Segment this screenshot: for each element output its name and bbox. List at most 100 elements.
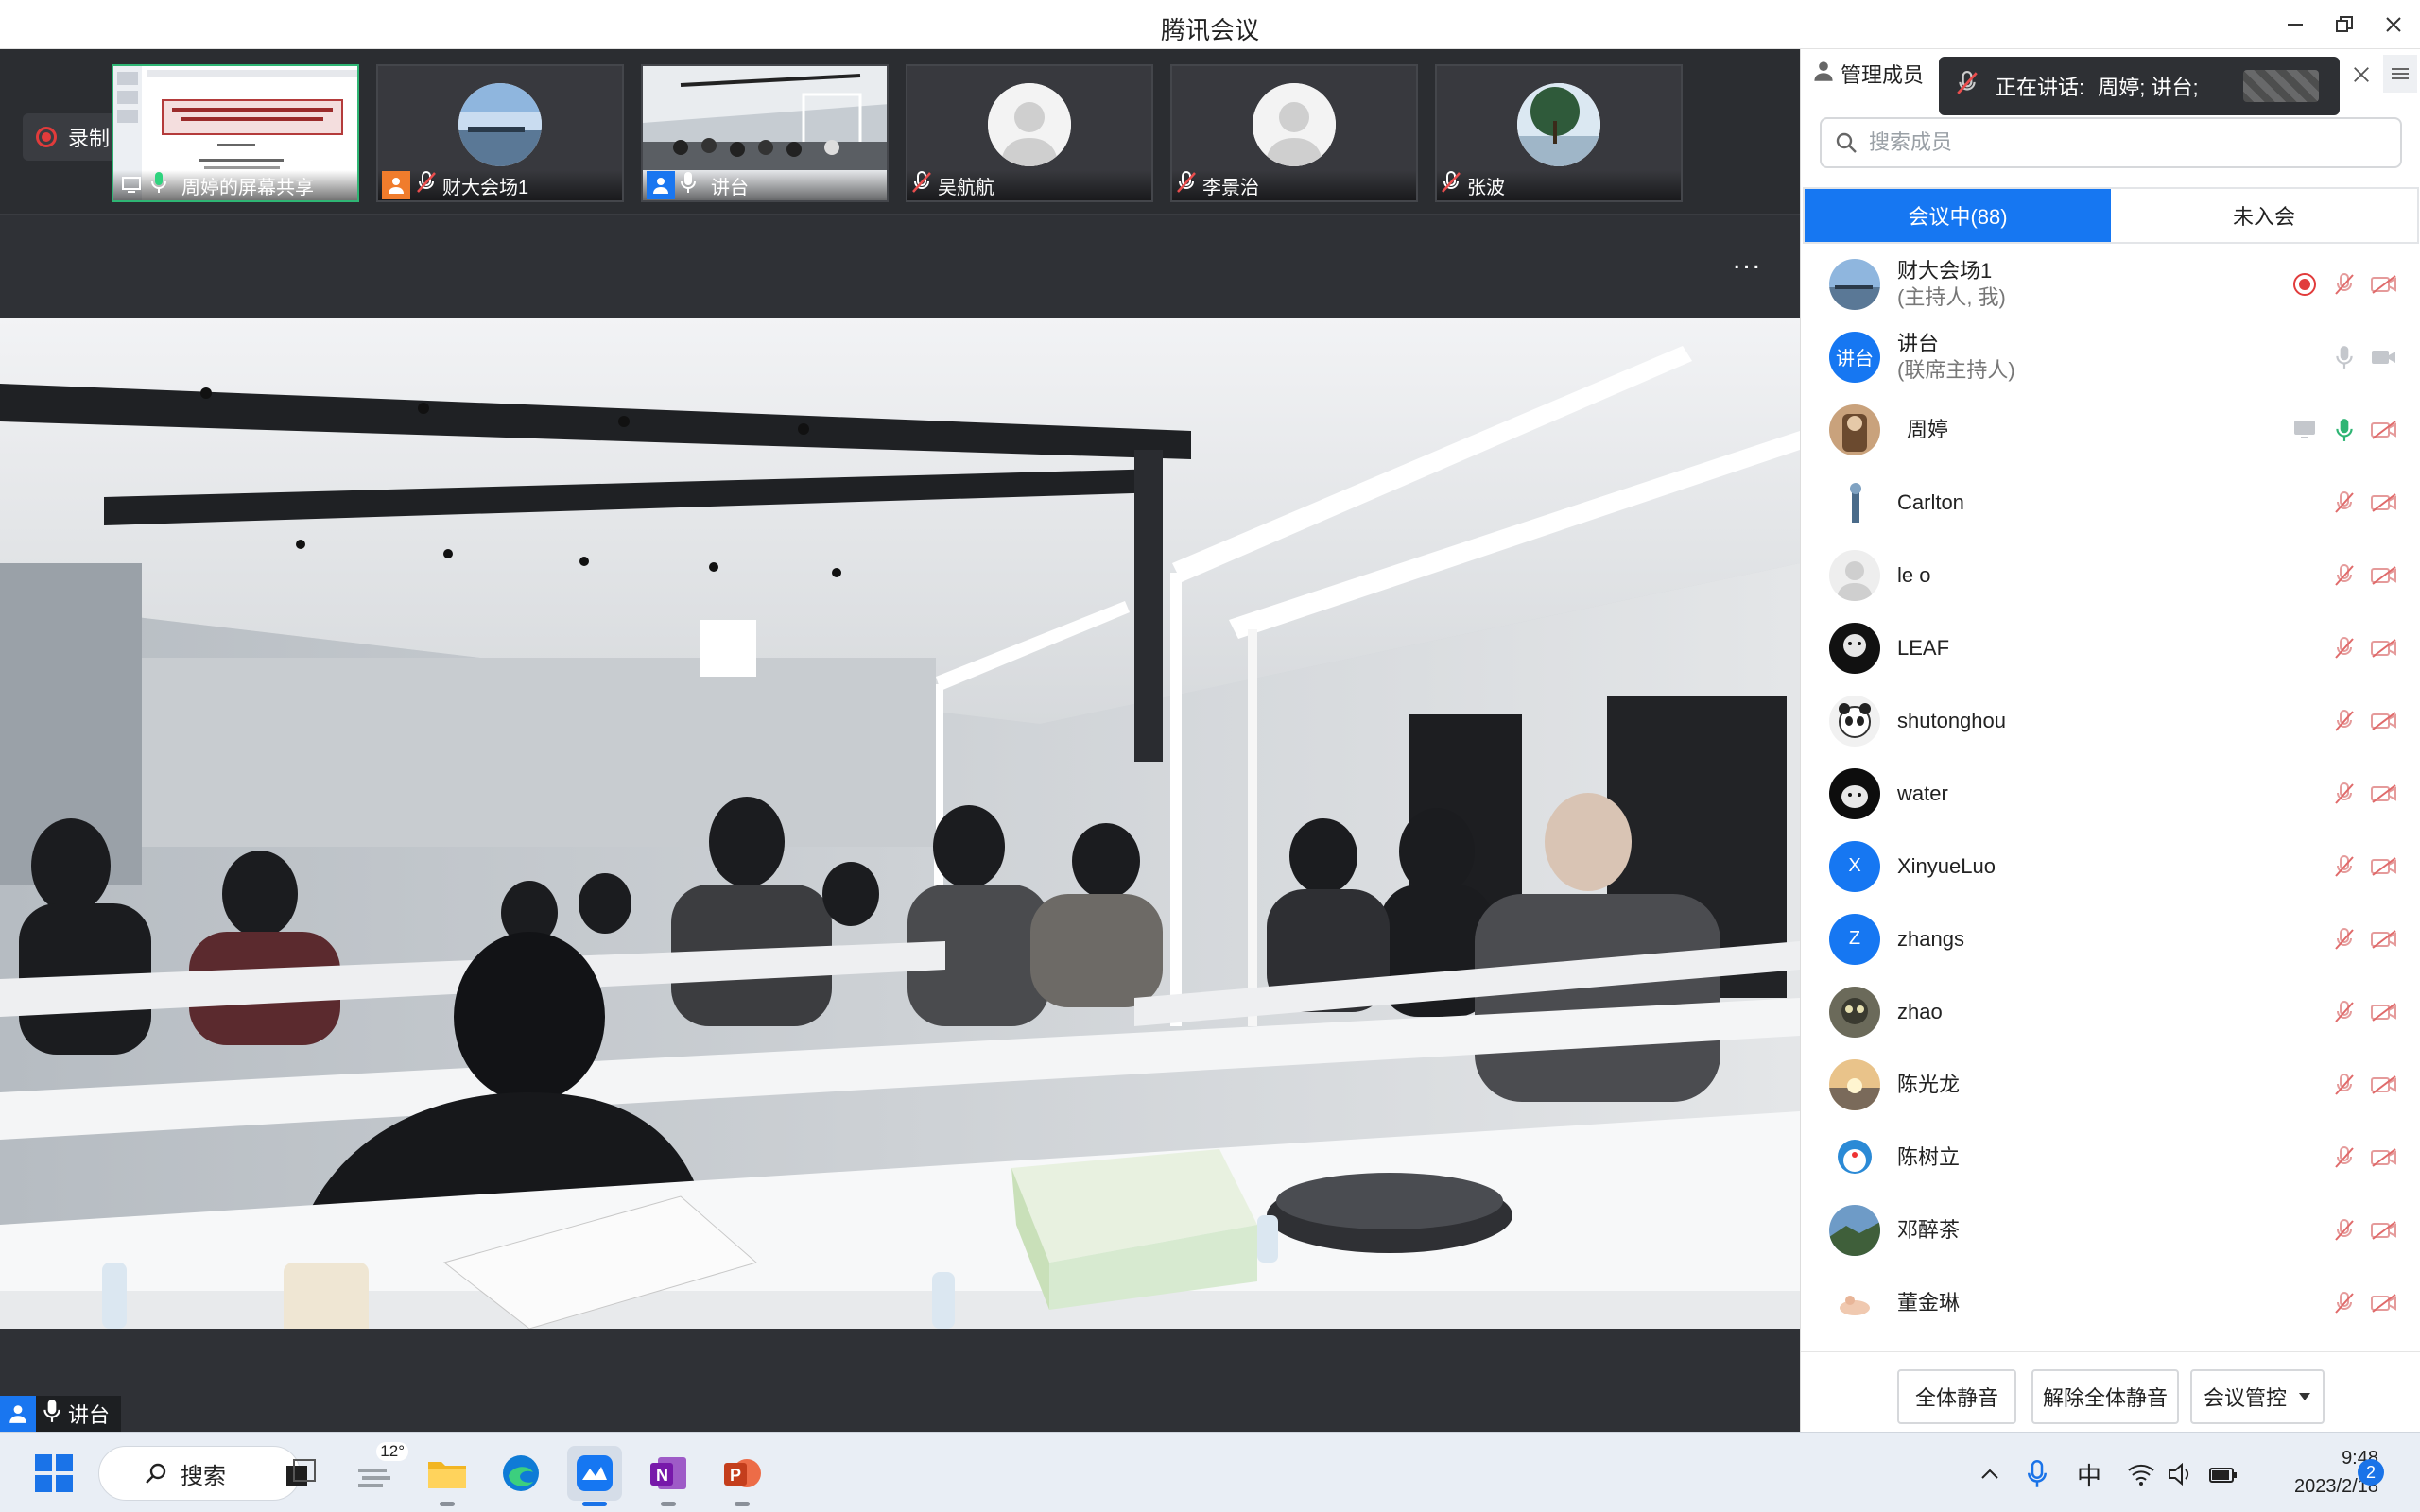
unmute-all-button[interactable]: 解除全体静音 [2031,1369,2179,1424]
panel-menu-button[interactable] [2383,55,2417,93]
camera-off-icon[interactable] [2370,707,2398,735]
camera-off-icon[interactable] [2370,416,2398,444]
onenote-button[interactable]: N [641,1446,696,1506]
more-options-button[interactable]: ... [1733,244,1762,276]
mic-on-icon[interactable] [2330,343,2359,371]
list-item[interactable]: Z zhangs [1801,902,2420,975]
tray-overflow-button[interactable] [1976,1455,2004,1493]
member-name: 讲台 (联席主持人) [1897,331,2015,384]
mic-muted-icon [1441,171,1461,199]
camera-off-icon[interactable] [2370,1289,2398,1317]
camera-off-icon[interactable] [2370,1071,2398,1099]
avatar [458,83,542,166]
mic-muted-icon[interactable] [2330,1143,2359,1172]
tencent-meeting-button[interactable] [567,1446,622,1506]
mic-muted-icon[interactable] [2330,852,2359,881]
speaking-prefix: 正在讲话: [1996,76,2085,99]
thumbnail-participant[interactable]: 吴航航 [906,64,1153,202]
list-item[interactable]: water [1801,757,2420,830]
menu-icon [2392,68,2409,79]
mic-muted-icon[interactable] [2330,1289,2359,1317]
thumbnail-label: 张波 [1437,170,1681,200]
wifi-tray-icon[interactable] [2125,1455,2157,1493]
volume-tray-icon[interactable] [2165,1455,2197,1493]
member-name: shutonghou [1897,708,2006,732]
taskbar-search[interactable]: 搜索 [98,1446,301,1501]
list-item[interactable]: Carlton [1801,466,2420,539]
camera-off-icon[interactable] [2370,925,2398,954]
mic-muted-icon[interactable] [2330,998,2359,1026]
mic-muted-icon [1956,71,1979,101]
file-explorer-button[interactable] [420,1446,475,1506]
start-button[interactable] [26,1446,81,1501]
list-item[interactable]: zhao [1801,975,2420,1048]
mic-on-icon[interactable] [2330,416,2359,444]
camera-off-icon[interactable] [2370,634,2398,662]
powerpoint-button[interactable]: P [715,1446,769,1506]
tab-in-meeting[interactable]: 会议中(88) [1805,189,2111,242]
mic-on-icon [43,1399,60,1429]
notification-badge[interactable]: 2 [2358,1459,2384,1486]
list-item[interactable]: 财大会场1 (主持人, 我) [1801,248,2420,320]
camera-off-icon[interactable] [2370,561,2398,590]
minimize-button[interactable] [2271,6,2320,43]
camera-on-icon[interactable] [2370,343,2398,371]
mic-muted-icon[interactable] [2330,1216,2359,1245]
list-item[interactable]: LEAF [1801,611,2420,684]
microphone-tray-icon[interactable] [2023,1455,2051,1493]
mic-muted-icon[interactable] [2330,1071,2359,1099]
camera-off-icon[interactable] [2370,270,2398,299]
thumbnail-participant[interactable]: 张波 [1435,64,1683,202]
mic-muted-icon[interactable] [2330,925,2359,954]
ime-indicator[interactable]: 中 [2072,1455,2106,1493]
list-item[interactable]: 周婷 [1801,393,2420,466]
mic-muted-icon[interactable] [2330,489,2359,517]
avatar [1829,404,1880,455]
thumbnail-participant[interactable]: 财大会场1 [376,64,624,202]
camera-off-icon[interactable] [2370,1216,2398,1245]
window-title: 腾讯会议 [1160,16,1259,44]
thumbnail-label: 李景治 [1172,170,1416,200]
list-item[interactable]: 董金琳 [1801,1266,2420,1339]
list-item[interactable]: le o [1801,539,2420,611]
camera-off-icon[interactable] [2370,852,2398,881]
list-item[interactable]: X XinyueLuo [1801,830,2420,902]
member-search-box[interactable] [1820,117,2402,168]
edge-browser-button[interactable] [493,1446,548,1501]
member-name: 财大会场1 (主持人, 我) [1897,258,2006,311]
main-video[interactable] [0,318,1800,1329]
camera-off-icon[interactable] [2370,780,2398,808]
camera-off-icon[interactable] [2370,998,2398,1026]
mic-muted-icon[interactable] [2330,707,2359,735]
thumbnail-name: 讲台 [711,177,749,198]
list-item[interactable]: 陈树立 [1801,1121,2420,1194]
mic-muted-icon[interactable] [2330,270,2359,299]
close-window-button[interactable] [2369,6,2418,43]
camera-off-icon[interactable] [2370,1143,2398,1172]
restore-button[interactable] [2320,6,2369,43]
list-item[interactable]: shutonghou [1801,684,2420,757]
task-view-button[interactable] [274,1446,329,1501]
edge-icon [503,1455,539,1491]
member-name: zhangs [1897,926,1964,951]
meeting-control-button[interactable]: 会议管控 [2190,1369,2325,1424]
list-item[interactable]: 邓醉茶 [1801,1194,2420,1266]
weather-widget[interactable]: 12° [350,1442,408,1501]
thumbnail-screen-share[interactable]: 周婷的屏幕共享 [112,64,359,202]
tab-not-joined[interactable]: 未入会 [2111,189,2417,242]
thumbnail-participant[interactable]: 李景治 [1170,64,1418,202]
mic-muted-icon [1176,171,1197,199]
mic-muted-icon[interactable] [2330,780,2359,808]
mic-muted-icon[interactable] [2330,561,2359,590]
list-item[interactable]: 陈光龙 [1801,1048,2420,1121]
camera-off-icon[interactable] [2370,489,2398,517]
host-icon [382,171,410,199]
mute-all-button[interactable]: 全体静音 [1897,1369,2016,1424]
mic-muted-icon[interactable] [2330,634,2359,662]
thumbnail-participant[interactable]: 讲台 [641,64,889,202]
member-search-input[interactable] [1869,130,2342,155]
list-item[interactable]: 讲台 讲台 (联席主持人) [1801,320,2420,393]
battery-tray-icon[interactable] [2206,1455,2240,1493]
member-role: (联席主持人) [1897,357,2015,382]
close-panel-button[interactable] [2345,59,2377,91]
